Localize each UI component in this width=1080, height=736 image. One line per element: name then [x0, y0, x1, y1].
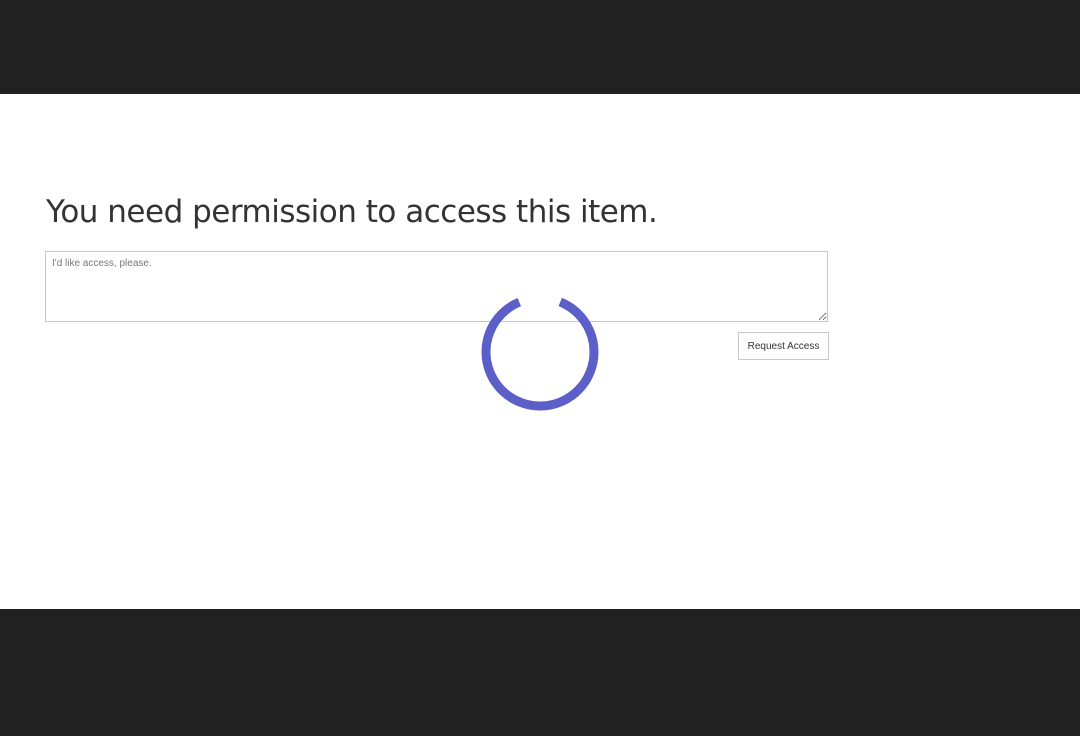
loading-spinner-arc	[481, 293, 599, 411]
loading-spinner-icon	[481, 293, 599, 411]
page-title: You need permission to access this item.	[46, 194, 658, 230]
content-area: You need permission to access this item.…	[0, 94, 1080, 609]
access-request-message-field[interactable]	[45, 251, 828, 322]
request-access-button[interactable]: Request Access	[738, 332, 829, 360]
bottom-letterbox-bar	[0, 609, 1080, 736]
top-letterbox-bar	[0, 0, 1080, 94]
